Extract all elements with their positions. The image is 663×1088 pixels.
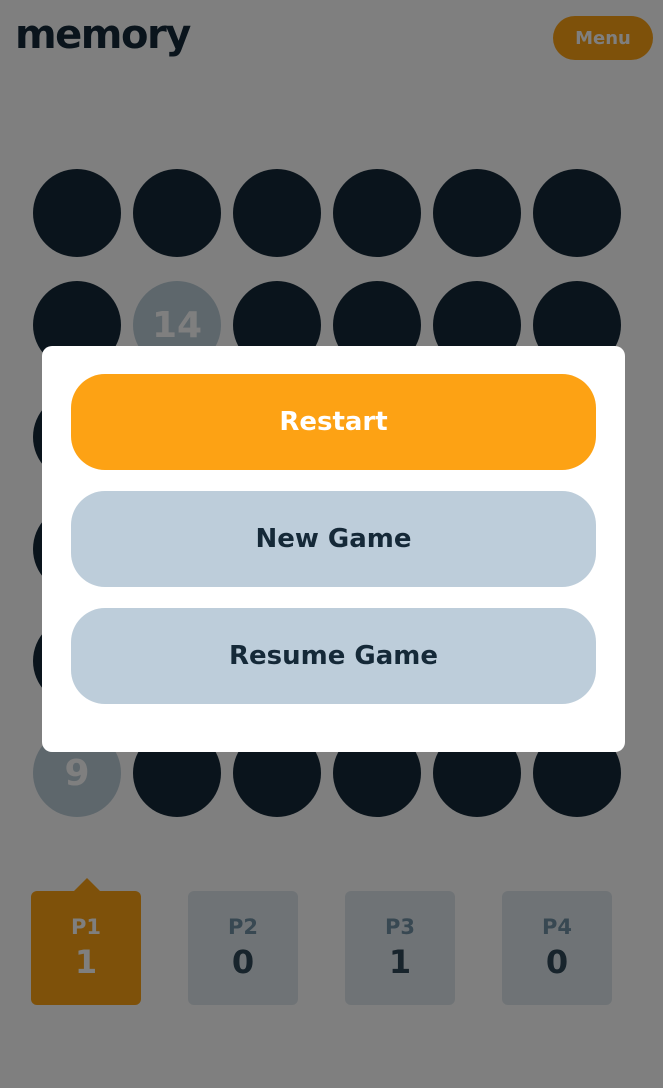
pause-menu-modal: Restart New Game Resume Game bbox=[42, 346, 625, 752]
new-game-button[interactable]: New Game bbox=[71, 491, 596, 587]
resume-game-button[interactable]: Resume Game bbox=[71, 608, 596, 704]
restart-button[interactable]: Restart bbox=[71, 374, 596, 470]
